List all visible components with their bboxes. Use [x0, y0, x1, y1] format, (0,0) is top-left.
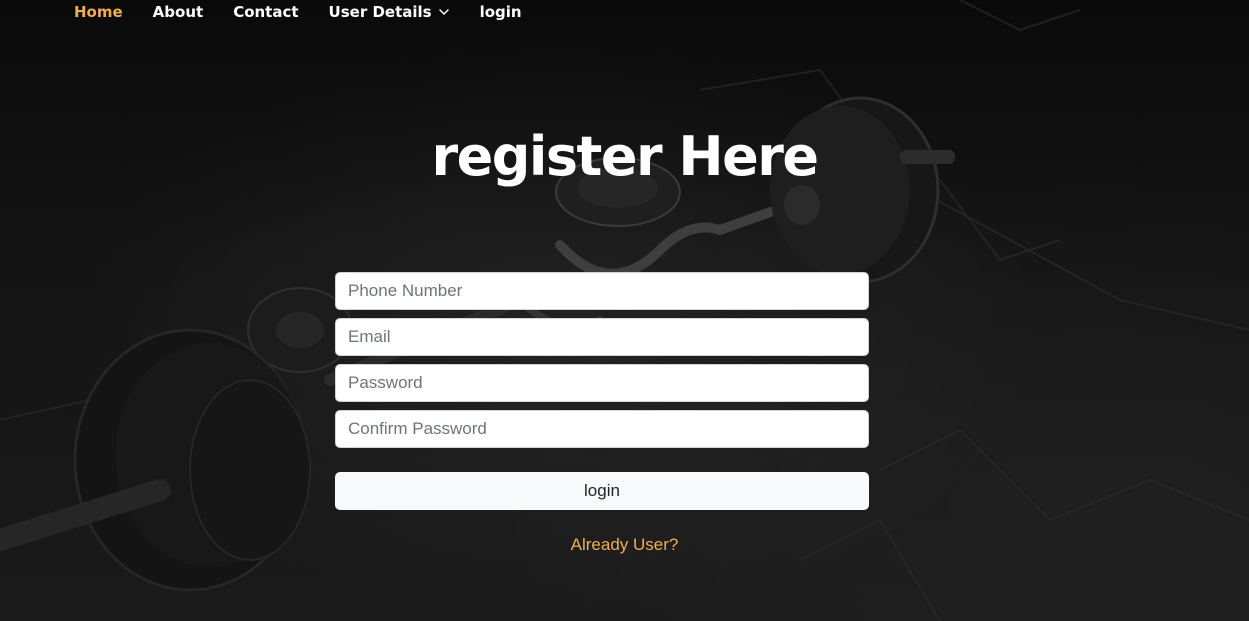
login-button[interactable]: login	[335, 472, 869, 510]
nav-contact-link[interactable]: Contact	[233, 2, 298, 22]
phone-number-input[interactable]	[335, 272, 869, 310]
confirm-password-input[interactable]	[335, 410, 869, 448]
already-user-link[interactable]: Already User?	[0, 535, 1249, 555]
password-input[interactable]	[335, 364, 869, 402]
nav-about-link[interactable]: About	[153, 2, 204, 22]
register-form: login	[335, 272, 869, 510]
email-input[interactable]	[335, 318, 869, 356]
page-background: Home About Contact User Details login re…	[0, 0, 1249, 621]
nav-login-link[interactable]: login	[480, 2, 522, 22]
chevron-down-icon	[438, 9, 449, 16]
page-title: register Here	[431, 125, 819, 188]
nav-user-details-label: User Details	[328, 3, 432, 21]
nav-user-details-dropdown[interactable]: User Details	[329, 2, 450, 22]
nav-home-link[interactable]: Home	[74, 2, 123, 22]
top-navigation: Home About Contact User Details login	[74, 2, 522, 22]
